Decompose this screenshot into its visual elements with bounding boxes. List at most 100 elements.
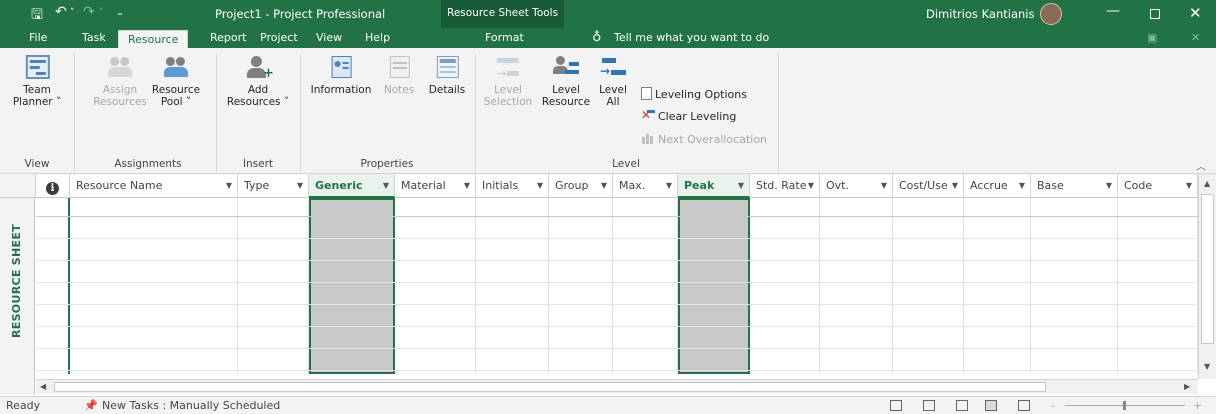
view-bar-label: RESOURCE SHEET xyxy=(0,198,35,394)
add-resources-button[interactable]: + Add Resources ˅ xyxy=(227,54,289,108)
close-icon[interactable]: ✕ xyxy=(1189,4,1202,22)
user-name[interactable]: Dimitrios Kantianis xyxy=(926,7,1034,21)
column-header-ovt[interactable]: Ovt. ▼ xyxy=(820,174,893,198)
save-icon[interactable]: 🖫 xyxy=(31,4,43,28)
next-overallocation-icon xyxy=(641,132,655,145)
column-header-material[interactable]: Material ▼ xyxy=(395,174,476,198)
add-resources-icon: + xyxy=(243,54,274,80)
table-row xyxy=(36,370,1198,371)
column-header-group[interactable]: Group ▼ xyxy=(549,174,613,198)
column-header-generic[interactable]: Generic ▼ xyxy=(309,174,395,198)
horizontal-scroll-thumb[interactable] xyxy=(54,382,1046,392)
vertical-scroll-thumb[interactable] xyxy=(1201,194,1214,344)
undo-dropdown-icon[interactable]: ˅ xyxy=(70,8,75,18)
new-tasks-mode[interactable]: New Tasks : Manually Scheduled xyxy=(102,399,280,412)
leveling-options-icon xyxy=(641,87,652,100)
clear-leveling-icon: ✕ xyxy=(641,109,655,122)
zoom-slider-thumb[interactable] xyxy=(1123,401,1126,410)
undo-icon[interactable]: ↶ xyxy=(55,4,67,20)
details-icon xyxy=(432,54,462,80)
group-label-assignments: Assignments xyxy=(114,158,182,170)
assign-resources-icon xyxy=(105,54,135,80)
level-all-icon: → xyxy=(598,54,628,80)
tab-help[interactable]: Help xyxy=(363,28,392,48)
scroll-down-icon[interactable]: ▼ xyxy=(1204,362,1210,371)
customize-qat-icon[interactable]: ₌ xyxy=(117,6,123,19)
information-button[interactable]: Information xyxy=(311,54,371,96)
team-planner-view-icon[interactable] xyxy=(956,400,968,411)
vertical-scrollbar[interactable]: ▲ ▼ xyxy=(1198,174,1216,379)
information-icon xyxy=(326,54,356,80)
resource-sheet-view-icon[interactable] xyxy=(985,400,997,411)
close-ribbon-icon: ✕ xyxy=(1191,31,1201,44)
next-overallocation-button: Next Overallocation xyxy=(641,132,767,146)
avatar[interactable] xyxy=(1040,3,1062,25)
table-row xyxy=(36,216,1198,217)
scroll-up-icon[interactable]: ▲ xyxy=(1204,179,1210,188)
gantt-chart-view-icon[interactable] xyxy=(923,400,935,411)
tab-resource[interactable]: Resource xyxy=(118,30,189,50)
zoom-in-icon[interactable]: + xyxy=(1193,399,1202,412)
table-row xyxy=(36,348,1198,349)
column-header-max[interactable]: Max. ▼ xyxy=(613,174,678,198)
column-header-std-rate[interactable]: Std. Rate ▼ xyxy=(750,174,820,198)
maximize-icon[interactable] xyxy=(1150,9,1160,19)
horizontal-scrollbar[interactable]: ◀ ▶ xyxy=(36,379,1198,394)
scroll-left-icon[interactable]: ◀ xyxy=(40,382,46,391)
column-header-cost-use[interactable]: Cost/Use ▼ xyxy=(893,174,964,198)
zoom-out-icon[interactable]: – xyxy=(1050,399,1056,412)
title-bar: 🖫 ↶ ˅ ↷ ˅ ₌ Project1 - Project Professio… xyxy=(0,0,1216,46)
notes-button: Notes xyxy=(384,54,414,96)
level-selection-icon: → xyxy=(493,54,523,80)
table-row xyxy=(36,326,1198,327)
clear-leveling-button[interactable]: ✕ Clear Leveling xyxy=(641,109,736,124)
table-row xyxy=(36,304,1198,305)
indicators-column-header[interactable]: i xyxy=(36,174,70,198)
assign-resources-button: Assign Resources xyxy=(93,54,147,108)
tab-format[interactable]: Format xyxy=(483,28,526,48)
column-header-resource-name[interactable]: Resource Name ▼ xyxy=(70,174,238,198)
group-label-level: Level xyxy=(612,158,640,170)
resource-pool-icon xyxy=(161,54,191,80)
window-title: Project1 - Project Professional xyxy=(215,7,386,21)
info-icon: i xyxy=(46,182,59,195)
select-all-corner[interactable] xyxy=(0,174,36,198)
column-header-type[interactable]: Type ▼ xyxy=(238,174,309,198)
column-header-peak[interactable]: Peak ▼ xyxy=(678,174,750,198)
tell-me-box[interactable]: Tell me what you want to do xyxy=(612,28,771,48)
tab-task[interactable]: Task xyxy=(80,28,108,48)
level-resource-icon xyxy=(551,54,581,80)
tab-project[interactable]: Project xyxy=(258,28,300,48)
pin-icon: 📌 xyxy=(84,399,98,412)
table-row xyxy=(36,260,1198,261)
tab-view[interactable]: View xyxy=(314,28,344,48)
ribbon: Team Planner ˅ View Assign Resources Res… xyxy=(0,48,1216,174)
tab-file[interactable]: File xyxy=(27,28,49,48)
tab-report[interactable]: Report xyxy=(208,28,248,48)
details-button[interactable]: Details xyxy=(429,54,465,96)
restore-ribbon-icon: ▣ xyxy=(1147,31,1158,44)
scroll-right-icon[interactable]: ▶ xyxy=(1184,382,1190,391)
task-usage-view-icon[interactable] xyxy=(890,400,902,411)
notes-icon xyxy=(384,54,414,80)
leveling-options-button[interactable]: Leveling Options xyxy=(641,87,747,101)
collapse-ribbon-icon[interactable]: ︿ xyxy=(1196,158,1206,173)
ready-status: Ready xyxy=(6,399,41,412)
team-planner-icon xyxy=(22,54,52,80)
column-header-initials[interactable]: Initials ▼ xyxy=(476,174,549,198)
team-planner-button[interactable]: Team Planner ˅ xyxy=(13,54,61,108)
table-row xyxy=(36,238,1198,239)
status-bar: Ready 📌 New Tasks : Manually Scheduled –… xyxy=(0,396,1216,414)
level-resource-button[interactable]: Level Resource xyxy=(542,54,590,108)
level-all-button[interactable]: → Level All xyxy=(598,54,628,108)
group-label-view: View xyxy=(24,158,50,170)
column-header-code[interactable]: Code ▼ xyxy=(1118,174,1198,198)
level-selection-button: → Level Selection xyxy=(484,54,532,108)
ribbon-tabs: File Task Resource Report Project View H… xyxy=(0,28,1216,50)
column-header-base[interactable]: Base ▼ xyxy=(1031,174,1118,198)
column-header-accrue[interactable]: Accrue ▼ xyxy=(964,174,1031,198)
report-view-icon[interactable] xyxy=(1018,400,1030,411)
minimize-icon[interactable]: — xyxy=(1106,3,1120,19)
resource-pool-button[interactable]: Resource Pool ˅ xyxy=(152,54,200,108)
table-row xyxy=(36,282,1198,283)
